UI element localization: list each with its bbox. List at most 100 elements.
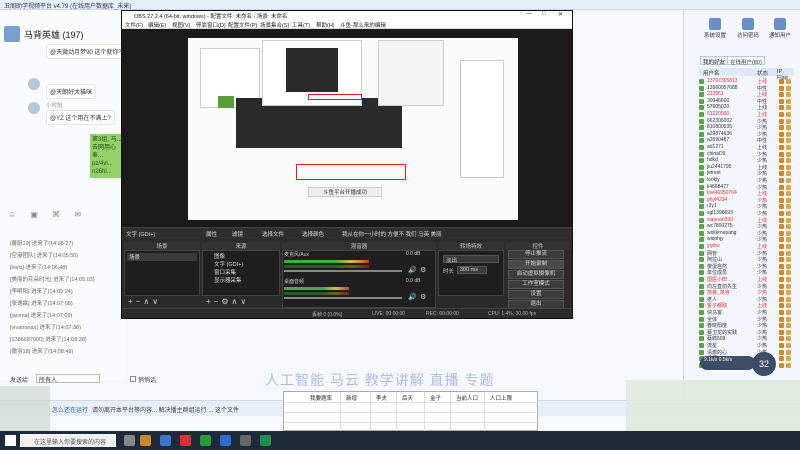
taskbar-search[interactable]: 在这里输入你要搜索的内容 [20,434,116,447]
volume-slider[interactable] [284,270,402,272]
source-item[interactable]: 图像 [214,252,225,260]
wechat-icon[interactable] [200,435,211,446]
user-row[interactable]: 单位成员 少热 [699,269,794,276]
task-view-icon[interactable] [124,435,135,446]
system-settings-button[interactable]: 系统设置 [702,18,728,39]
menu-view[interactable]: 视图(V) [172,21,190,29]
user-row[interactable]: 快马客 少热 [699,309,794,316]
user-row[interactable]: 向左直前先生 少热 [699,283,794,290]
user-row[interactable]: 662306002 少热 [699,118,794,125]
scene-item[interactable]: 场景 [127,253,197,261]
tab-online-users[interactable]: 在线用户(80) [727,56,765,66]
excel-icon[interactable] [260,435,271,446]
minimize-icon[interactable]: — [526,11,532,17]
source-item[interactable]: 窗口采集 [214,268,236,276]
user-row[interactable]: 蔡卫龙的实践 少热 [699,329,794,336]
chat-message[interactable]: @天微动月梦90 这个就你不 [46,44,129,59]
user-row[interactable]: 全体 少热 [699,316,794,323]
menu-profile[interactable]: 配置文件(P) [228,21,257,29]
user-row[interactable]: 国医小田 上线 [699,276,794,283]
user-row[interactable]: 13797365813 上线 [699,78,794,85]
user-row[interactable]: 223951 上线 [699,91,794,98]
menu-edit[interactable]: 编辑(E) [148,21,166,29]
menu-help[interactable]: 帮助(H) [316,21,335,29]
user-row[interactable]: 13960057088 中性 [699,85,794,92]
user-row[interactable]: ad1271 上线 [699,144,794,151]
user-row[interactable]: wiqnhjy 少热 [699,236,794,243]
windows-start-icon[interactable] [5,435,16,446]
chat-message[interactable]: @YZ 这个用在不满上? [46,110,115,125]
user-row[interactable]: 阿拉山 少热 [699,256,794,263]
user-row[interactable]: jiu2441795 上线 [699,164,794,171]
user-row[interactable]: sgl1396693 少热 [699,210,794,217]
maximize-icon[interactable]: □ [542,11,546,17]
scenes-dock-controls[interactable]: +−∧∨ [128,297,161,306]
user-row[interactable]: 30946600 中性 [699,98,794,105]
pick-color-button[interactable]: 选择颜色 [302,230,324,238]
speaker-icon[interactable]: 🔊 [408,293,417,301]
user-row[interactable]: 网管 少热 [699,250,794,257]
sources-dock-controls[interactable]: +−⚙∧∨ [206,297,249,306]
user-row[interactable]: 简装_单身 少热 [699,289,794,296]
obs-icon[interactable] [240,435,251,446]
gear-icon[interactable]: ⚙ [420,293,426,301]
user-row[interactable]: r3y1 少热 [699,203,794,210]
source-item[interactable]: 文字 (GDI+) [214,260,243,268]
user-row[interactable]: 57605020 上线 [699,104,794,111]
studio-mode-button[interactable]: 工作室模式 [508,280,564,289]
stop-streaming-button[interactable]: 停止推流 [508,250,564,259]
user-row[interactable]: xiaonan099 上线 [699,217,794,224]
app-icon[interactable] [180,435,191,446]
tab-friends[interactable]: 我的好友 [700,56,729,66]
user-row[interactable]: hdkd 少热 [699,157,794,164]
browser-icon[interactable] [160,435,171,446]
user-row[interactable]: a2690487 中性 [699,137,794,144]
gear-icon[interactable]: ⚙ [420,266,426,274]
access-password-button[interactable]: 访问密码 [735,18,761,39]
status-link[interactable]: 怎么还在运行 [52,405,88,414]
menu-tools[interactable]: 工具(T) [292,21,310,29]
user-row[interactable]: phyl4234 少热 [699,197,794,204]
user-row[interactable]: jetrest 少热 [699,170,794,177]
whisper-checkbox[interactable] [130,376,136,382]
close-icon[interactable]: ✕ [558,11,563,18]
properties-button[interactable]: 属性 [206,230,217,238]
user-row[interactable]: li4668477 少热 [699,184,794,191]
shared-note-card[interactable]: 第3组, 马... 去网用心奉... pz/4vl... n26hl... [90,134,125,178]
user-row[interactable]: chinaD9 少热 [699,151,794,158]
user-row[interactable]: 清澈的心少热 [699,349,794,356]
speaker-icon[interactable]: 🔊 [408,266,417,274]
menu-docks[interactable]: 停靠窗口(D) [196,21,226,29]
user-row[interactable]: 老人 少热 [699,296,794,303]
user-row[interactable]: wc7800275 少热 [699,223,794,230]
user-row[interactable]: lookly 少热 [699,177,794,184]
app-icon[interactable] [220,435,231,446]
settings-button[interactable]: 设置 [508,290,564,299]
obs-preview[interactable]: 斗鱼平台开播成功 [122,29,572,237]
user-row[interactable]: 傻蛋自然 少热 [699,263,794,270]
user-row[interactable]: lovl46950704 上线 [699,190,794,197]
text-source-bounding-box[interactable] [296,164,406,180]
menu-plugin[interactable]: 斗鱼-那么来的编辑 [340,21,386,29]
user-row[interactable]: 810800035 少热 [699,124,794,131]
app-icon[interactable] [140,435,151,446]
source-item[interactable]: 显示器采集 [214,276,242,284]
menu-file[interactable]: 文件(F) [125,21,143,29]
user-row[interactable]: 金子都取 上线 [699,302,794,309]
chat-message[interactable]: @天朗好大猫咪 [46,84,97,99]
user-row[interactable]: 春晓阳度 少热 [699,322,794,329]
user-row[interactable]: 蔡郎608 少热 [699,335,794,342]
user-row[interactable]: a29874636 少热 [699,131,794,138]
volume-slider[interactable] [284,297,402,299]
user-row[interactable]: yiyibe 上线 [699,243,794,250]
start-recording-button[interactable]: 开始录制 [508,260,564,269]
user-row[interactable]: wisternesang 少热 [699,230,794,237]
virtual-camera-button[interactable]: 启动虚拟摄像机 [508,270,564,279]
pick-file-button[interactable]: 选择文件 [262,230,284,238]
send-to-select[interactable]: 所有人 [36,374,100,384]
notify-users-button[interactable]: 通知用户 [767,18,793,39]
chat-toolbar[interactable]: ☺ ▣ ⌘ ✉ [8,210,87,219]
user-row[interactable]: 61220000 上线 [699,111,794,118]
menu-scene-collection[interactable]: 场景集合(S) [260,21,289,29]
user-row[interactable]: 流星 少热 [699,342,794,349]
